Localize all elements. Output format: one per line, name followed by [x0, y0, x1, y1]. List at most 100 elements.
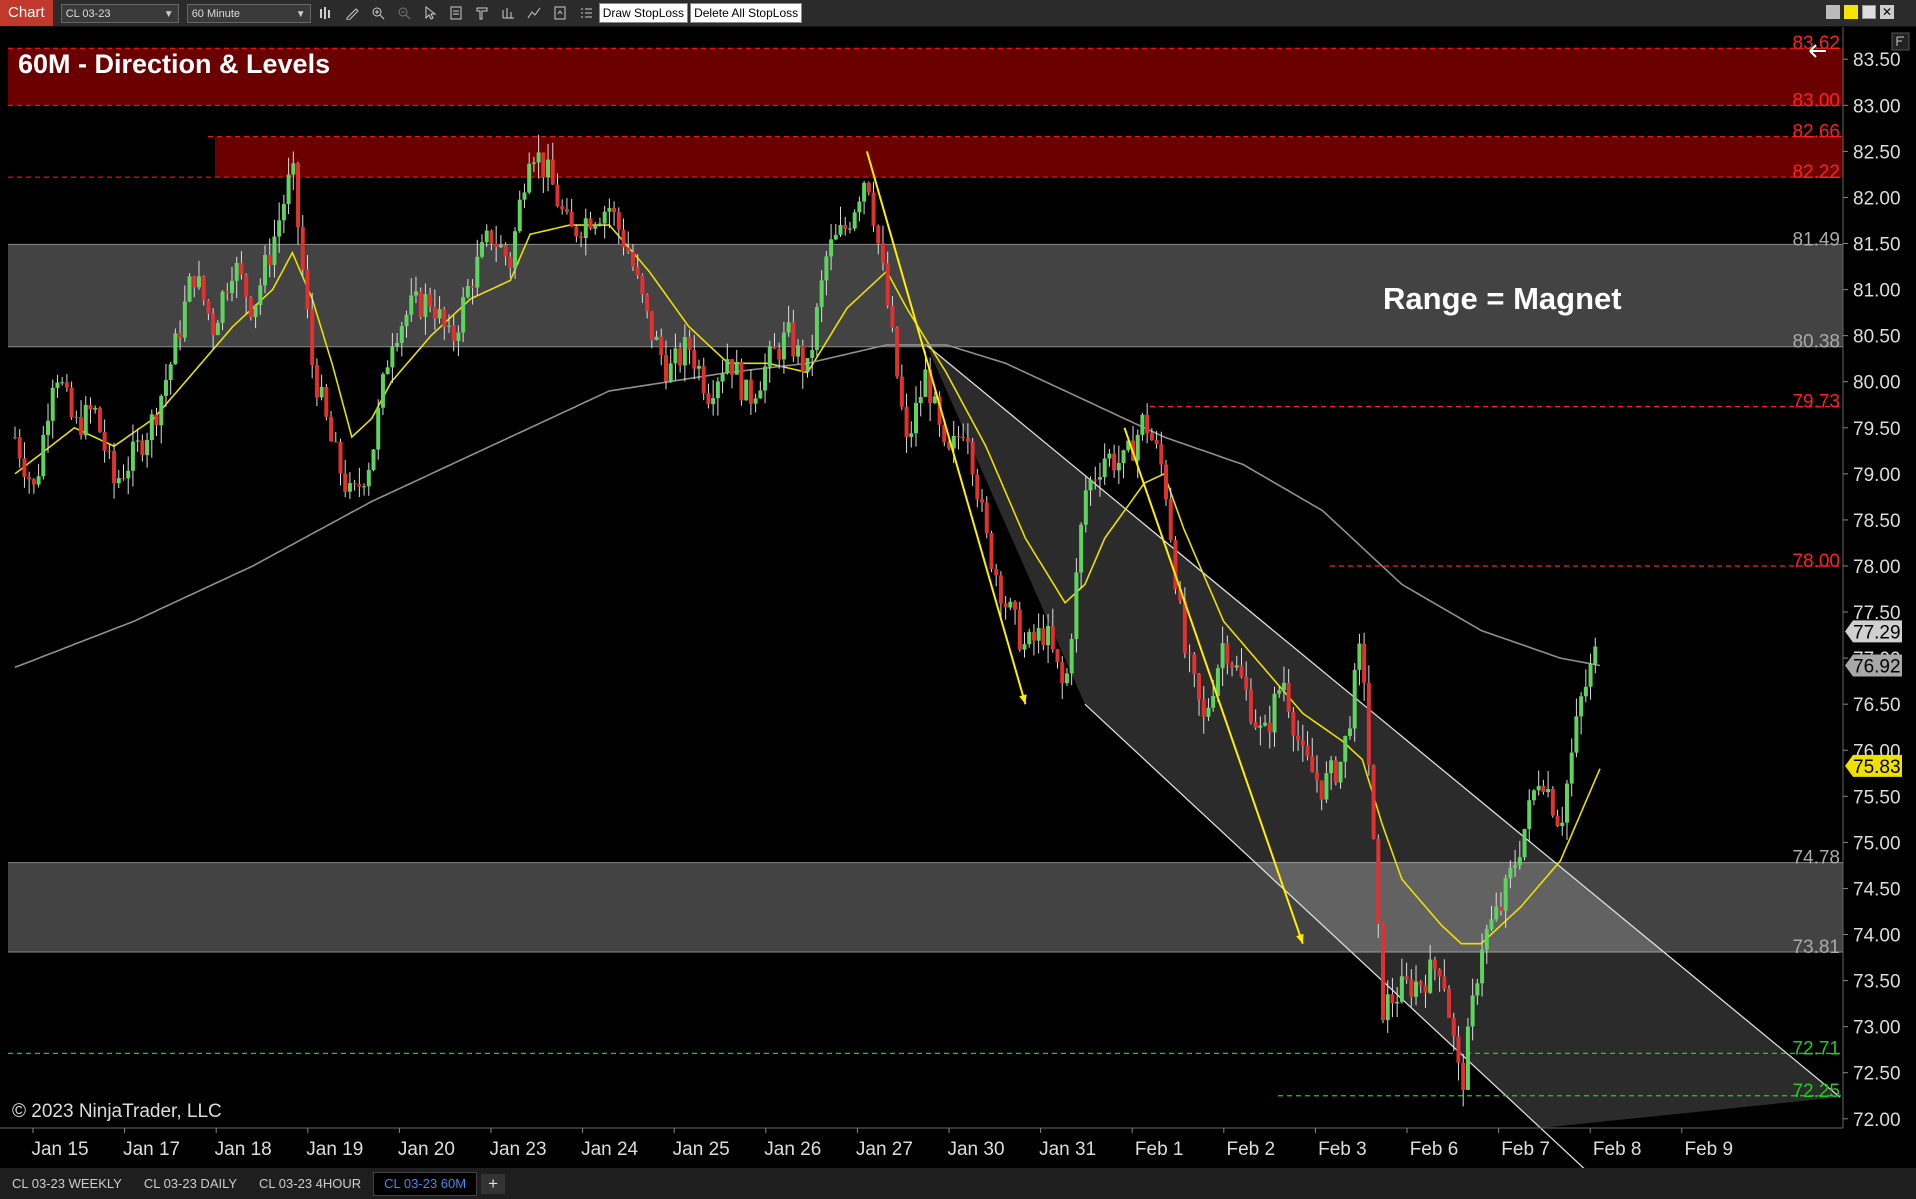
data-box-icon[interactable]: [549, 2, 571, 24]
draw-stoploss-button[interactable]: Draw StopLoss: [598, 3, 689, 23]
candle-body: [829, 239, 834, 257]
candle: [97, 406, 102, 433]
candle-body: [805, 357, 810, 372]
candle-body: [824, 256, 829, 281]
candle-body: [225, 291, 230, 293]
candle-body: [838, 225, 843, 235]
candle-body: [432, 306, 437, 319]
candle-body: [1498, 906, 1503, 911]
candle-body: [1112, 453, 1117, 471]
candle-body: [1560, 822, 1565, 827]
candle-body: [1149, 433, 1154, 441]
candle-body: [748, 379, 753, 404]
candle-body: [41, 435, 46, 477]
link-icon[interactable]: [1844, 5, 1858, 19]
tab-weekly[interactable]: CL 03-23 WEEKLY: [2, 1173, 132, 1195]
properties-icon[interactable]: [445, 2, 467, 24]
candle-body: [1017, 609, 1022, 650]
candle-body: [904, 406, 909, 437]
price-tick-label: 73.00: [1853, 1018, 1901, 1039]
candle-body: [517, 199, 522, 232]
candle-body: [347, 483, 352, 492]
candle-body: [1513, 865, 1518, 868]
candle-body: [550, 159, 555, 185]
candle-body: [508, 256, 513, 269]
price-tick-label: 79.00: [1853, 465, 1901, 486]
candle-body: [46, 420, 51, 436]
candle-body: [1314, 772, 1319, 781]
close-icon[interactable]: ✕: [1880, 5, 1894, 19]
candle-body: [1456, 1036, 1461, 1063]
candle-body: [725, 359, 730, 373]
candle: [739, 358, 744, 406]
chevron-down-icon: ▼: [295, 8, 306, 20]
time-tick-label: Feb 3: [1318, 1139, 1367, 1160]
candle-body: [371, 449, 376, 471]
price-chart[interactable]: 72.00 72.50 73.00 73.50 74.00 74.50 75.00 75.50…: [0, 27, 1916, 1168]
instrument-select[interactable]: CL 03-23 ▼: [60, 3, 179, 23]
price-marker: 76.92: [1845, 654, 1902, 677]
pointer-icon[interactable]: [419, 2, 441, 24]
candle-body: [786, 322, 791, 333]
candle-body: [248, 297, 253, 318]
candle-body: [1423, 985, 1428, 993]
candle-body: [579, 236, 584, 239]
candle-body: [404, 314, 409, 327]
candle-body: [555, 184, 560, 207]
candle-body: [1319, 780, 1324, 800]
candle-body: [1527, 800, 1532, 829]
minimize-icon[interactable]: [1826, 5, 1840, 19]
delete-all-stoploss-button[interactable]: Delete All StopLoss: [690, 3, 803, 23]
candle-body: [1494, 906, 1499, 920]
candle-body: [980, 499, 985, 503]
candle-body: [649, 311, 654, 340]
panel-f-icon[interactable]: [1891, 32, 1910, 51]
candle: [187, 273, 192, 303]
interval-select[interactable]: 60 Minute ▼: [186, 3, 311, 23]
candle-body: [871, 192, 876, 226]
zoom-out-icon[interactable]: [393, 2, 415, 24]
price-tick-label: 73.50: [1853, 972, 1901, 993]
chart-menu-button[interactable]: Chart: [0, 0, 53, 26]
candle-body: [588, 218, 593, 229]
tab-daily[interactable]: CL 03-23 DAILY: [134, 1173, 247, 1195]
candle-body: [763, 366, 768, 391]
candle-body: [1395, 1001, 1400, 1004]
pencil-icon[interactable]: [341, 2, 363, 24]
strategies-icon[interactable]: [497, 2, 519, 24]
candle-body: [1428, 959, 1433, 993]
candle-body: [305, 269, 310, 310]
candle-body: [343, 473, 348, 492]
price-tick-label: 81.50: [1853, 235, 1901, 256]
bar-type-icon[interactable]: [315, 2, 337, 24]
candle: [173, 328, 178, 365]
candle-body: [791, 322, 796, 357]
candle-body: [687, 337, 692, 350]
candle-body: [1465, 1026, 1470, 1090]
candle-body: [244, 274, 249, 298]
candle: [1381, 923, 1386, 1024]
candle-body: [60, 382, 65, 384]
candle-body: [706, 393, 711, 405]
candle-body: [1409, 979, 1414, 997]
chart-toolbar: Chart CL 03-23 ▼ 60 Minute ▼ Draw StopLo…: [0, 0, 1916, 27]
tab-4hour[interactable]: CL 03-23 4HOUR: [249, 1173, 371, 1195]
price-marker-label: 75.83: [1853, 757, 1901, 778]
candle-body: [1046, 625, 1051, 646]
maximize-icon[interactable]: [1862, 5, 1876, 19]
candle-body: [1220, 643, 1225, 669]
candle-body: [234, 263, 239, 281]
candle-body: [1079, 524, 1084, 573]
candle-body: [1432, 959, 1437, 970]
candle-body: [97, 407, 102, 433]
price-tick-label: 83.50: [1853, 50, 1901, 71]
indicators-icon[interactable]: [523, 2, 545, 24]
candle: [248, 295, 253, 321]
zoom-in-icon[interactable]: [367, 2, 389, 24]
tab-60m[interactable]: CL 03-23 60M: [373, 1171, 478, 1196]
candle-body: [390, 346, 395, 368]
list-icon[interactable]: [575, 2, 597, 24]
add-tab-button[interactable]: +: [481, 1173, 506, 1194]
templates-icon[interactable]: [471, 2, 493, 24]
candle-body: [880, 243, 885, 264]
